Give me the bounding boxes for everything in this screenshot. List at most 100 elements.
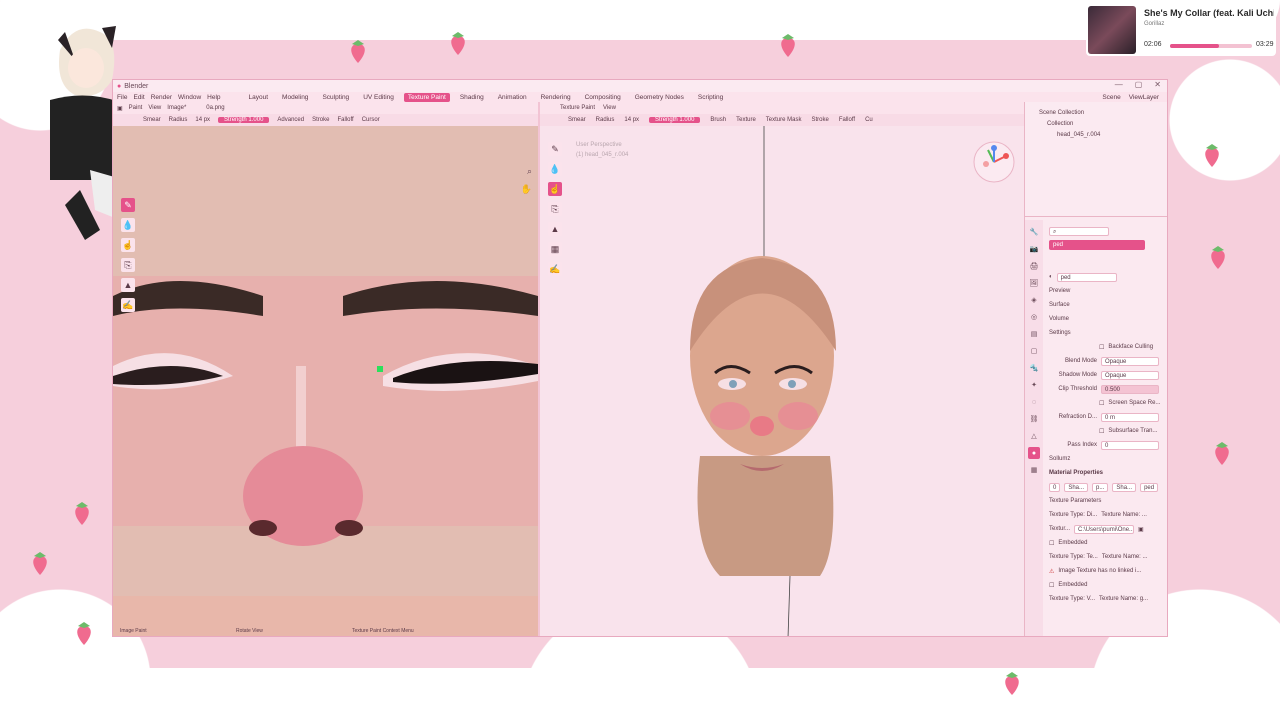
object-tab-icon[interactable]: ▢ (1028, 345, 1040, 357)
section-volume[interactable]: Volume (1049, 316, 1069, 322)
menu-edit[interactable]: Edit (133, 94, 144, 101)
constraints-tab-icon[interactable]: ⛓ (1028, 413, 1040, 425)
material-name-field[interactable]: ped (1056, 272, 1117, 282)
image-editor-mode[interactable]: Paint (129, 105, 143, 111)
annotate-tool-icon-2[interactable]: ✍ (548, 262, 562, 276)
section-settings[interactable]: Settings (1049, 330, 1071, 336)
subsurface-checkbox[interactable]: ☐ (1099, 428, 1104, 435)
minimize-icon[interactable]: — (1115, 80, 1123, 89)
menu-help[interactable]: Help (207, 94, 220, 101)
vp-texture-mask-menu[interactable]: Texture Mask (766, 117, 802, 123)
mat-field-shader2[interactable]: Sha... (1112, 482, 1137, 492)
maximize-icon[interactable]: ▢ (1135, 80, 1143, 89)
smear-tool-icon[interactable]: ☝ (121, 238, 135, 252)
mat-field-ped[interactable]: ped (1140, 482, 1159, 492)
image-selector[interactable]: 0a.png (206, 105, 224, 111)
vp-strength-field[interactable]: Strength 1.000 (649, 117, 701, 123)
vp-brush-menu[interactable]: Brush (710, 117, 726, 123)
tab-rendering[interactable]: Rendering (537, 93, 575, 102)
outliner-object[interactable]: head_045_r.004 (1039, 130, 1167, 141)
ie-brush-name[interactable]: Smear (143, 117, 161, 123)
particles-tab-icon[interactable]: ✦ (1028, 379, 1040, 391)
image-editor-image-menu[interactable]: Image* (167, 105, 186, 111)
tab-modeling[interactable]: Modeling (278, 93, 312, 102)
data-tab-icon[interactable]: △ (1028, 430, 1040, 442)
tab-scripting[interactable]: Scripting (694, 93, 727, 102)
sollumz-section[interactable]: Sollumz (1049, 456, 1070, 462)
ie-stroke-menu[interactable]: Stroke (312, 117, 329, 123)
pass-index-field[interactable]: 0 (1101, 440, 1159, 450)
collection-tab-icon[interactable]: ▤ (1028, 328, 1040, 340)
mat-field-shader[interactable]: Sha... (1064, 482, 1089, 492)
navigation-gizmo-icon[interactable] (972, 140, 1016, 184)
tab-sculpting[interactable]: Sculpting (318, 93, 353, 102)
embedded-checkbox-2[interactable]: ☐ (1049, 582, 1054, 589)
modifier-tab-icon[interactable]: 🔩 (1028, 362, 1040, 374)
menu-render[interactable]: Render (151, 94, 172, 101)
brush-tool-icon[interactable]: ✎ (548, 142, 562, 156)
vp-texture-menu[interactable]: Texture (736, 117, 756, 123)
zoom-icon[interactable]: ⌕ (527, 166, 532, 177)
section-surface[interactable]: Surface (1049, 302, 1070, 308)
ie-radius-value[interactable]: 14 px (195, 117, 210, 123)
blend-mode-select[interactable]: Opaque (1101, 356, 1159, 366)
clone-tool-icon-2[interactable]: ⎘ (548, 202, 562, 216)
tex1-path-field[interactable]: C:\Users\pumi\One... (1074, 524, 1135, 534)
fill-tool-icon[interactable]: ▲ (121, 278, 135, 292)
properties-search-input[interactable]: ⌕ (1049, 226, 1109, 236)
outliner-collection[interactable]: Collection (1039, 119, 1167, 130)
tab-compositing[interactable]: Compositing (581, 93, 625, 102)
view-layer-tab-icon[interactable]: 🖼 (1028, 277, 1040, 289)
tab-uv-editing[interactable]: UV Editing (359, 93, 398, 102)
tool-tab-icon[interactable]: 🔧 (1028, 226, 1040, 238)
render-tab-icon[interactable]: 📷 (1028, 243, 1040, 255)
view-layer-selector[interactable]: ViewLayer (1129, 94, 1159, 101)
viewport-canvas[interactable] (540, 126, 1024, 637)
ie-cursor-menu[interactable]: Cursor (362, 117, 380, 123)
close-icon[interactable]: ✕ (1154, 80, 1161, 89)
fill-tool-icon-2[interactable]: ▲ (548, 222, 562, 236)
mat-field-index[interactable]: 0 (1049, 482, 1061, 492)
output-tab-icon[interactable]: 🖨 (1028, 260, 1040, 272)
embedded-checkbox[interactable]: ☐ (1049, 540, 1054, 547)
vp-falloff-menu[interactable]: Falloff (839, 117, 855, 123)
draw-tool-icon[interactable]: ✎ (121, 198, 135, 212)
tab-geometry-nodes[interactable]: Geometry Nodes (631, 93, 688, 102)
tab-shading[interactable]: Shading (456, 93, 488, 102)
tab-animation[interactable]: Animation (494, 93, 531, 102)
shadow-mode-select[interactable]: Opaque (1101, 370, 1159, 380)
vp-stroke-menu[interactable]: Stroke (811, 117, 828, 123)
scene-tab-icon[interactable]: ◈ (1028, 294, 1040, 306)
annotate-tool-icon[interactable]: ✍ (121, 298, 135, 312)
vp-cursor-menu[interactable]: Cu (865, 117, 873, 123)
ie-strength-field[interactable]: Strength 1.000 (218, 117, 270, 123)
blur-tool-icon[interactable]: 💧 (548, 162, 562, 176)
mat-field-p[interactable]: p... (1092, 482, 1109, 492)
backface-culling-checkbox[interactable]: ☐ (1099, 344, 1104, 351)
viewport-view-menu[interactable]: View (603, 105, 616, 111)
material-tab-icon[interactable]: ● (1028, 447, 1040, 459)
texture-tab-icon[interactable]: ▦ (1028, 464, 1040, 476)
scene-selector[interactable]: Scene (1102, 94, 1120, 101)
vp-brush-name[interactable]: Smear (568, 117, 586, 123)
tab-layout[interactable]: Layout (245, 93, 273, 102)
menu-window[interactable]: Window (178, 94, 201, 101)
ie-falloff-menu[interactable]: Falloff (337, 117, 353, 123)
clone-tool-icon[interactable]: ⎘ (121, 258, 135, 272)
mask-tool-icon[interactable]: ▦ (548, 242, 562, 256)
pan-hand-icon[interactable]: ✋ (521, 184, 532, 195)
image-editor-view-menu[interactable]: View (148, 105, 161, 111)
outliner-scene-collection[interactable]: Scene Collection (1039, 108, 1167, 119)
folder-icon[interactable]: ▣ (1138, 526, 1144, 533)
screen-space-checkbox[interactable]: ☐ (1099, 400, 1104, 407)
clip-threshold-field[interactable]: 0.500 (1101, 384, 1159, 394)
viewport-mode[interactable]: Texture Paint (560, 105, 595, 111)
ie-advanced-menu[interactable]: Advanced (277, 117, 304, 123)
vp-radius-value[interactable]: 14 px (624, 117, 639, 123)
texture-canvas[interactable] (113, 126, 538, 637)
world-tab-icon[interactable]: ◎ (1028, 311, 1040, 323)
tab-texture-paint[interactable]: Texture Paint (403, 92, 450, 102)
menu-file[interactable]: File (117, 94, 127, 101)
physics-tab-icon[interactable]: ◌ (1028, 396, 1040, 408)
soften-tool-icon[interactable]: 💧 (121, 218, 135, 232)
